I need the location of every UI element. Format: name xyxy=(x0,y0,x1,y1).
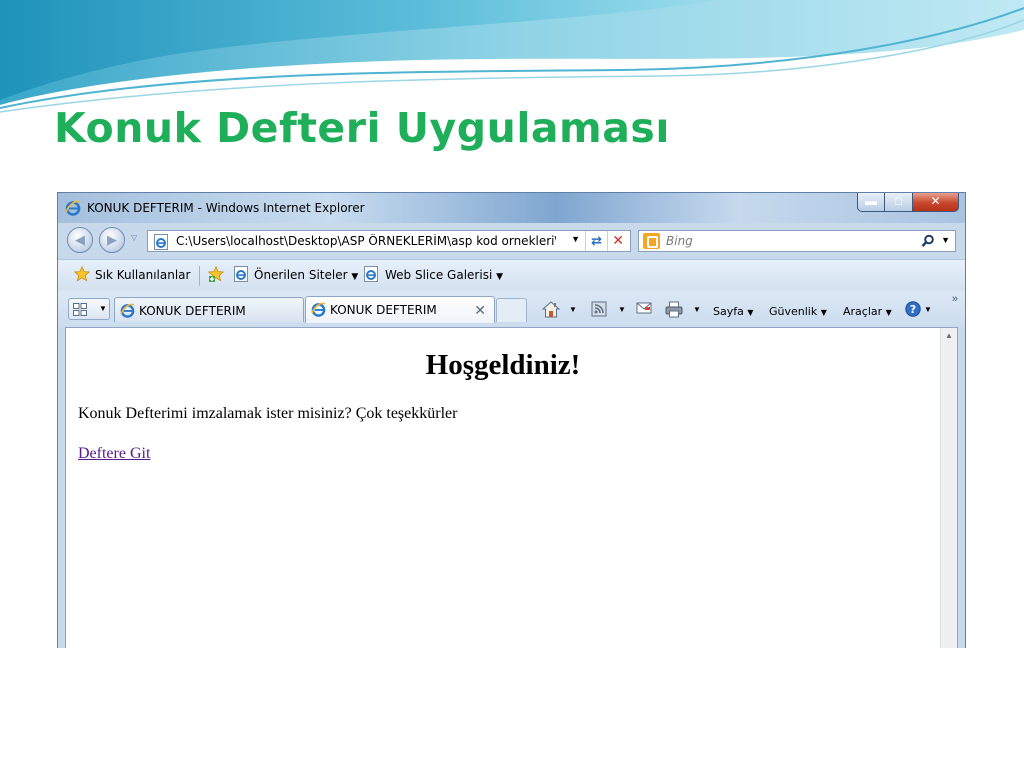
more-commands-icon[interactable]: » xyxy=(952,293,958,305)
print-dropdown-icon[interactable]: ▼ xyxy=(693,305,701,314)
tab-bar: ▼ KONUK DEFTERIM KONUK DEFTERIM ✕ ▼ ▼ ▼ … xyxy=(58,291,965,327)
close-tab-icon[interactable]: ✕ xyxy=(474,302,486,319)
search-box[interactable]: Bing ▼ xyxy=(638,230,956,252)
print-icon[interactable] xyxy=(665,301,683,323)
page-heading: Hoşgeldiniz! xyxy=(425,349,581,381)
maximize-icon: □ xyxy=(894,194,903,208)
favorites-separator xyxy=(199,266,200,286)
tab-konuk-defterim-1[interactable]: KONUK DEFTERIM xyxy=(114,297,304,322)
back-arrow-icon: ◀ xyxy=(75,232,85,247)
tools-menu[interactable]: Araçlar ▼ xyxy=(843,305,892,318)
window-controls: ▬ □ ✕ xyxy=(857,193,959,213)
search-icon[interactable] xyxy=(921,234,935,253)
search-placeholder: Bing xyxy=(666,234,693,248)
favorites-bar: Sık Kullanılanlar Önerilen Siteler ▼ Web… xyxy=(58,259,965,291)
feeds-dropdown-icon[interactable]: ▼ xyxy=(618,305,626,314)
bing-icon xyxy=(643,233,660,249)
browser-window: KONUK DEFTERIM - Windows Internet Explor… xyxy=(57,192,966,648)
page-ie-icon xyxy=(153,234,169,255)
safety-menu-label: Güvenlik xyxy=(769,305,818,318)
ie-logo-icon xyxy=(311,302,326,322)
web-slice-gallery-link[interactable]: Web Slice Galerisi ▼ xyxy=(385,268,503,282)
chevron-down-icon: ▼ xyxy=(820,308,827,317)
help-icon[interactable]: ? xyxy=(905,301,921,322)
new-tab-button[interactable] xyxy=(496,298,527,322)
back-button[interactable]: ◀ xyxy=(67,227,93,253)
search-dropdown-icon[interactable]: ▼ xyxy=(941,235,950,245)
address-bar[interactable]: C:\Users\localhost\Desktop\ASP ÖRNEKLERİ… xyxy=(147,230,631,252)
favorites-star-icon xyxy=(73,265,91,287)
forward-button[interactable]: ▶ xyxy=(99,227,125,253)
tools-menu-label: Araçlar xyxy=(843,305,883,318)
close-button[interactable]: ✕ xyxy=(913,193,959,212)
maximize-button[interactable]: □ xyxy=(885,193,913,212)
slide-wave-decoration xyxy=(0,0,1024,113)
tab-konuk-defterim-2[interactable]: KONUK DEFTERIM ✕ xyxy=(305,296,495,323)
go-to-guestbook-link[interactable]: Deftere Git xyxy=(78,445,150,463)
add-favorite-icon[interactable] xyxy=(207,265,226,287)
recent-pages-dropdown-icon[interactable]: ▽ xyxy=(131,233,137,242)
svg-text:?: ? xyxy=(910,303,916,316)
quick-tabs-button[interactable]: ▼ xyxy=(68,298,110,320)
page-menu[interactable]: Sayfa ▼ xyxy=(713,305,754,318)
page-menu-label: Sayfa xyxy=(713,305,744,318)
ie-logo-icon xyxy=(120,303,135,323)
quick-tabs-grid-icon xyxy=(73,303,87,321)
window-title: KONUK DEFTERIM - Windows Internet Explor… xyxy=(87,201,365,215)
page-content: Hoşgeldiniz! Konuk Defterimi imzalamak i… xyxy=(65,327,958,648)
help-dropdown-icon[interactable]: ▼ xyxy=(924,305,932,314)
close-icon: ✕ xyxy=(930,194,941,208)
address-dropdown-icon[interactable]: ▼ xyxy=(571,234,580,244)
suggested-sites-label: Önerilen Siteler xyxy=(254,268,348,282)
ie-logo-icon xyxy=(65,200,81,221)
tab-label: KONUK DEFTERIM xyxy=(139,304,246,318)
vertical-scrollbar[interactable]: ▲ xyxy=(940,328,957,648)
address-url: C:\Users\localhost\Desktop\ASP ÖRNEKLERİ… xyxy=(176,234,556,248)
minimize-button[interactable]: ▬ xyxy=(857,193,885,212)
scroll-up-icon[interactable]: ▲ xyxy=(941,331,957,340)
tab-list-dropdown-icon[interactable]: ▼ xyxy=(99,304,107,313)
address-separator xyxy=(607,231,608,251)
intro-text: Konuk Defterimi imzalamak ister misiniz?… xyxy=(78,405,458,422)
refresh-icon[interactable]: ⇄ xyxy=(591,233,602,249)
chevron-down-icon: ▼ xyxy=(885,308,892,317)
suggested-sites-icon xyxy=(233,266,249,287)
web-slice-label: Web Slice Galerisi xyxy=(385,268,493,282)
home-dropdown-icon[interactable]: ▼ xyxy=(569,305,577,314)
home-icon[interactable] xyxy=(541,301,561,323)
forward-arrow-icon: ▶ xyxy=(107,232,117,247)
chevron-down-icon: ▼ xyxy=(496,272,504,282)
slide-title: Konuk Defteri Uygulaması xyxy=(54,104,670,152)
minimize-icon: ▬ xyxy=(865,194,877,208)
safety-menu[interactable]: Güvenlik ▼ xyxy=(769,305,827,318)
favorites-button[interactable]: Sık Kullanılanlar xyxy=(95,268,190,282)
navigation-bar: ◀ ▶ ▽ C:\Users\localhost\Desktop\ASP ÖRN… xyxy=(58,223,965,257)
chevron-down-icon: ▼ xyxy=(747,308,754,317)
tab-label: KONUK DEFTERIM xyxy=(330,303,437,317)
web-slice-icon xyxy=(363,266,379,287)
feeds-icon[interactable] xyxy=(591,301,607,322)
stop-icon[interactable]: ✕ xyxy=(612,232,624,249)
address-separator xyxy=(585,231,586,251)
chevron-down-icon: ▼ xyxy=(351,272,359,282)
suggested-sites-link[interactable]: Önerilen Siteler ▼ xyxy=(254,268,358,282)
window-titlebar[interactable]: KONUK DEFTERIM - Windows Internet Explor… xyxy=(58,193,965,223)
mail-icon[interactable] xyxy=(636,301,652,320)
